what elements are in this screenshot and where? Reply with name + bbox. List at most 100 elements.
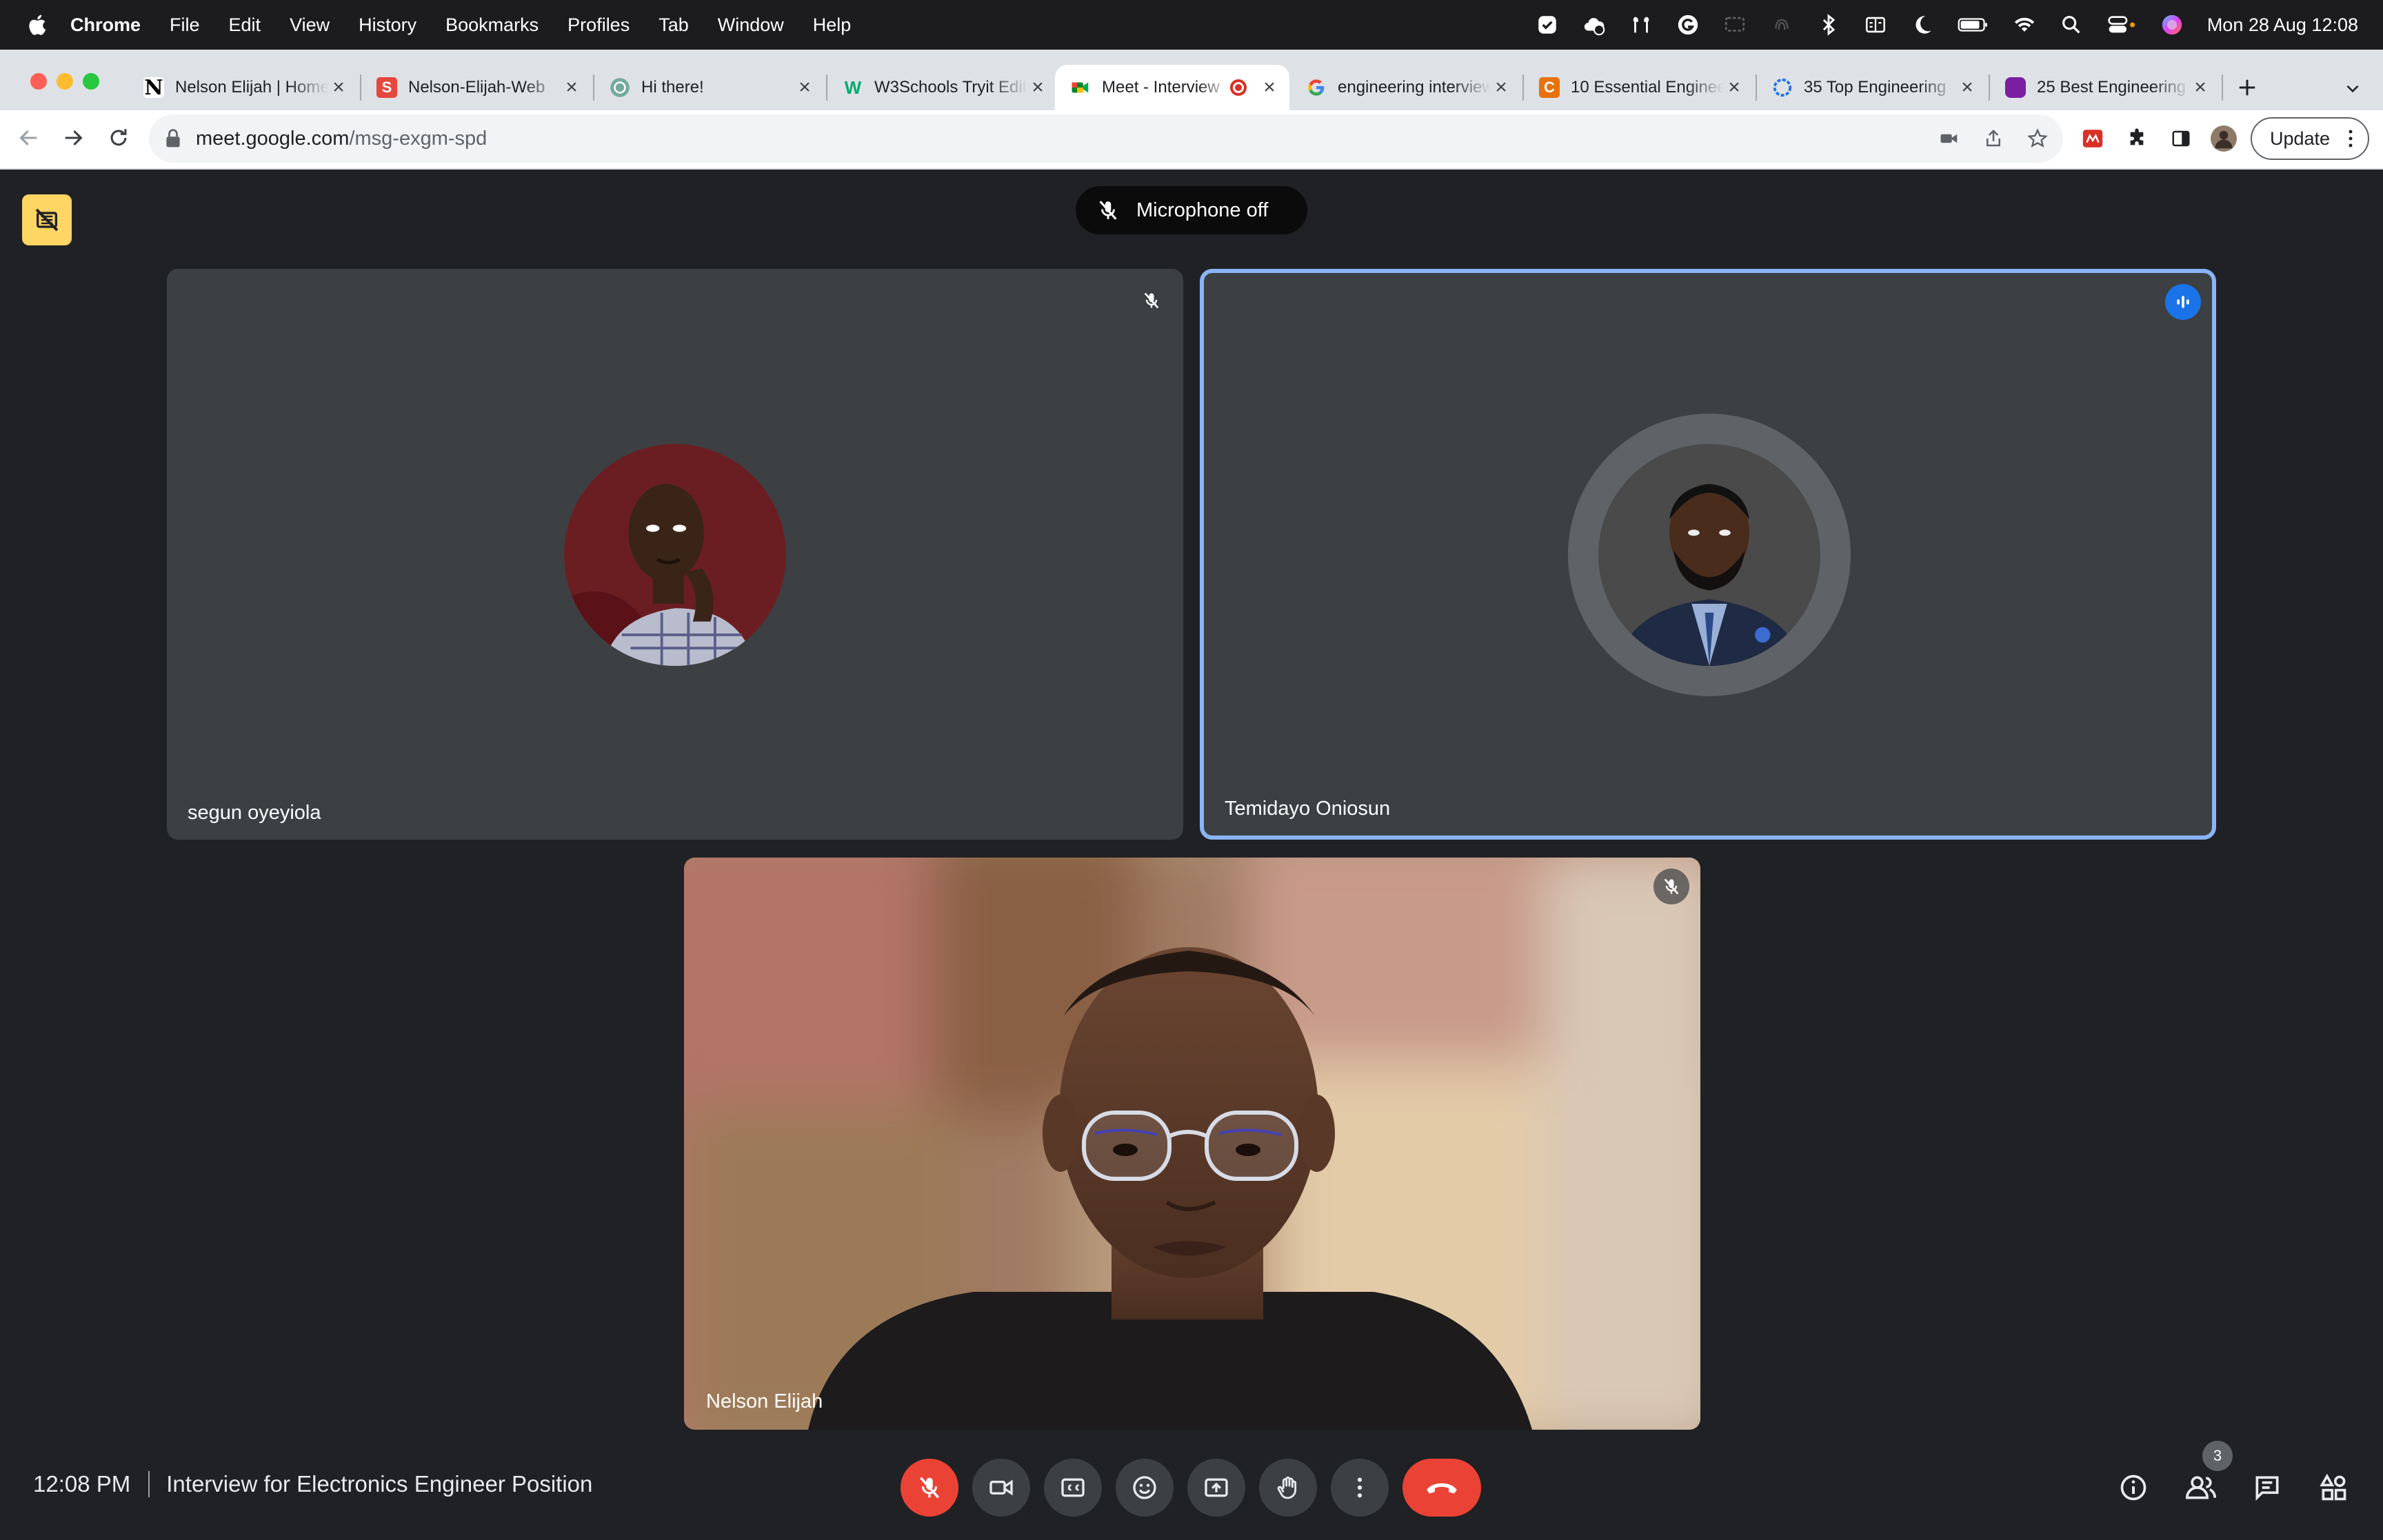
back-button[interactable] [14, 123, 44, 153]
close-icon[interactable]: × [1259, 76, 1280, 99]
fingerprint-icon[interactable] [1770, 13, 1793, 37]
airpods-icon[interactable] [1629, 13, 1653, 37]
reload-button[interactable] [103, 123, 134, 153]
menu-file[interactable]: File [170, 14, 200, 36]
close-icon[interactable]: × [794, 76, 815, 99]
video-camera-icon [1940, 134, 1958, 143]
close-icon[interactable]: × [328, 76, 349, 99]
apple-icon[interactable] [26, 13, 47, 37]
grammarly-icon[interactable] [1676, 13, 1700, 37]
tab-w3schools-tryit[interactable]: W W3Schools Tryit Editor × [827, 65, 1058, 110]
screen-mirror-icon[interactable] [1723, 13, 1747, 37]
menu-view[interactable]: View [290, 14, 330, 36]
side-panel-button[interactable] [2168, 125, 2194, 152]
tab-nelson-elijah-home[interactable]: N Nelson Elijah | Home × [128, 65, 359, 110]
captions-button[interactable] [1044, 1459, 1102, 1517]
close-icon[interactable]: × [1491, 76, 1511, 99]
extensions-button[interactable] [2124, 125, 2150, 152]
camera-blocked-indicator[interactable] [22, 194, 72, 245]
recording-indicator-icon [1230, 79, 1247, 96]
tab-25-best-engineering[interactable]: 25 Best Engineering × [1990, 65, 2220, 110]
menu-app-chrome[interactable]: Chrome [70, 14, 141, 36]
lock-icon[interactable] [165, 129, 181, 148]
participant-muted-indicator [1134, 283, 1169, 318]
close-icon[interactable]: × [1724, 76, 1744, 99]
participant-tile-nelson-self[interactable]: Nelson Elijah [684, 858, 1700, 1430]
microphone-toggle-button[interactable] [901, 1459, 958, 1517]
arrow-left-icon [19, 130, 37, 146]
update-label: Update [2270, 128, 2331, 149]
people-button[interactable] [2182, 1468, 2220, 1507]
window-zoom-button[interactable] [83, 73, 99, 90]
tab-10-essential-engineering[interactable]: C 10 Essential Engineering × [1524, 65, 1754, 110]
new-tab-button[interactable] [2229, 69, 2266, 106]
ring-logo-icon [1772, 77, 1793, 98]
microphone-off-notice: Microphone off [1076, 186, 1307, 234]
tab-divider [2222, 74, 2223, 101]
meeting-details-button[interactable] [2114, 1468, 2153, 1507]
control-center-icon[interactable] [2107, 13, 2137, 37]
participant-tile-segun[interactable]: segun oyeyiola [167, 269, 1183, 840]
close-icon[interactable]: × [1957, 76, 1978, 99]
present-screen-button[interactable] [1187, 1459, 1245, 1517]
moon-icon[interactable] [1911, 13, 1934, 37]
camera-toggle-button[interactable] [972, 1459, 1030, 1517]
tab-title: 10 Essential Engineering [1571, 78, 1724, 97]
bluetooth-icon[interactable] [1817, 13, 1840, 37]
update-button[interactable]: Update [2251, 117, 2369, 160]
checkmark-shield-icon[interactable] [1536, 13, 1559, 37]
close-icon[interactable]: × [2190, 76, 2211, 99]
close-icon[interactable]: × [561, 76, 582, 99]
more-options-button[interactable] [1331, 1459, 1389, 1517]
w3schools-icon: W [844, 77, 862, 98]
siri-icon[interactable] [2160, 13, 2184, 37]
extension-red-button[interactable] [2080, 125, 2106, 152]
url-host: meet.google.com [196, 127, 350, 150]
window-close-button[interactable] [30, 73, 47, 90]
wifi-icon[interactable] [2013, 13, 2036, 37]
activities-button[interactable] [2314, 1468, 2353, 1507]
meeting-time: 12:08 PM [33, 1471, 131, 1497]
puzzle-icon [2130, 128, 2144, 145]
tab-hi-there[interactable]: Hi there! × [594, 65, 825, 110]
window-minimize-button[interactable] [57, 73, 73, 90]
close-icon[interactable]: × [1027, 76, 1048, 99]
menu-tab[interactable]: Tab [658, 14, 689, 36]
menu-help[interactable]: Help [813, 14, 852, 36]
bookmark-star-button[interactable] [2024, 125, 2051, 152]
reactions-button[interactable] [1116, 1459, 1174, 1517]
forward-button[interactable] [58, 123, 88, 153]
raise-hand-button[interactable] [1259, 1459, 1317, 1517]
tab-meet-interview[interactable]: Meet - Interview × [1055, 65, 1289, 110]
menu-bookmarks[interactable]: Bookmarks [445, 14, 539, 36]
plus-icon [2239, 79, 2255, 96]
address-bar[interactable]: meet.google.com/msg-exgm-spd [149, 114, 2063, 163]
tab-engineering-interview-search[interactable]: engineering interview × [1291, 65, 1521, 110]
menu-history[interactable]: History [359, 14, 416, 36]
camera-in-use-button[interactable] [1936, 125, 1962, 152]
profile-avatar[interactable] [2211, 125, 2237, 152]
arrow-right-icon [65, 130, 83, 146]
battery-icon[interactable] [1958, 13, 1989, 37]
menu-profiles[interactable]: Profiles [567, 14, 630, 36]
participant-tile-temidayo[interactable]: Temidayo Oniosun [1200, 269, 2216, 840]
menu-edit[interactable]: Edit [229, 14, 261, 36]
mic-status-text: Microphone off [1136, 199, 1269, 221]
split-screen-icon[interactable] [1864, 13, 1887, 37]
menubar-clock[interactable]: Mon 28 Aug 12:08 [2207, 14, 2358, 36]
participant-name: segun oyeyiola [188, 802, 321, 824]
share-page-button[interactable] [1980, 125, 2007, 152]
mic-off-icon [1144, 292, 1159, 309]
menu-window[interactable]: Window [718, 14, 784, 36]
tab-nelson-elijah-web[interactable]: S Nelson-Elijah-Web × [361, 65, 592, 110]
cloud-sync-icon[interactable] [1582, 13, 1606, 37]
tab-35-top-engineering[interactable]: 35 Top Engineering × [1757, 65, 1987, 110]
s-logo-icon: S [376, 77, 397, 98]
notion-icon: N [143, 75, 164, 100]
chat-button[interactable] [2248, 1468, 2286, 1507]
tab-title: W3Schools Tryit Editor [874, 78, 1027, 97]
tab-search-button[interactable] [2337, 73, 2368, 103]
chatgpt-icon [610, 77, 630, 98]
leave-call-button[interactable] [1402, 1459, 1481, 1517]
spotlight-search-icon[interactable] [2060, 13, 2083, 37]
